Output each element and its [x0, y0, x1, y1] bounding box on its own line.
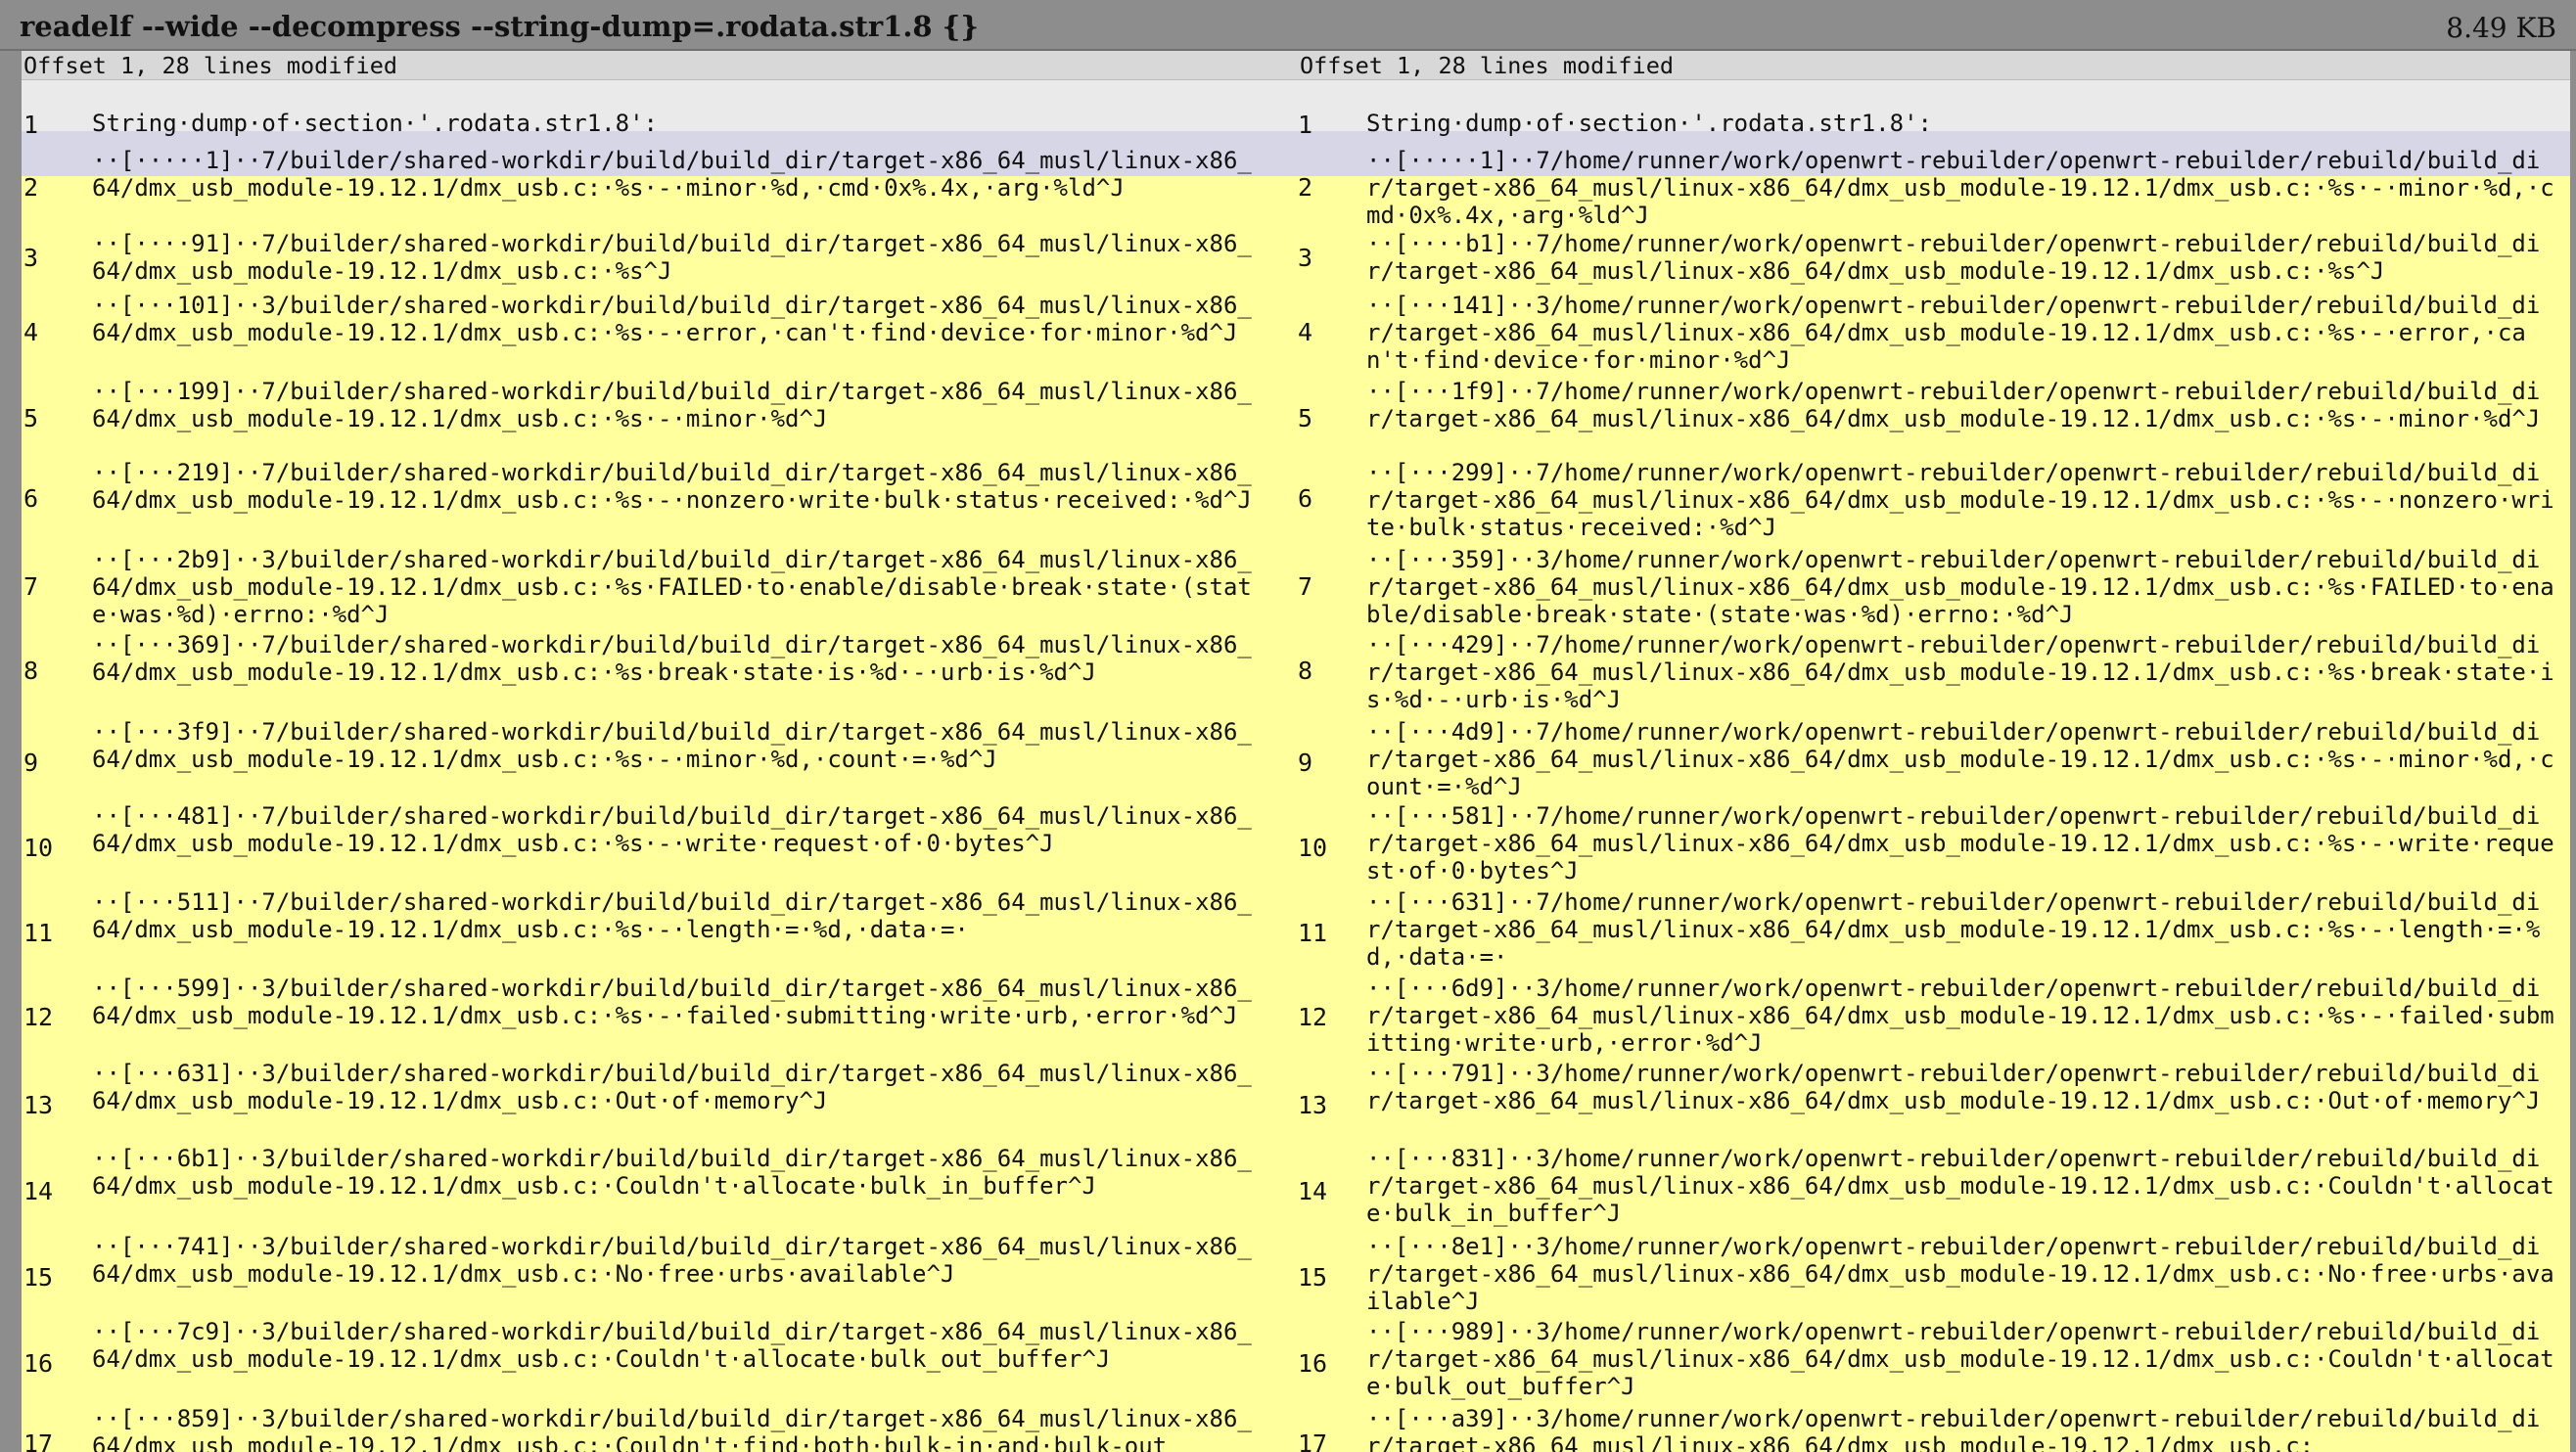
left-line-number: 1	[23, 111, 39, 139]
right-line-number: 14	[1298, 1177, 1328, 1205]
left-line-text: ··[···7c9]··3/builder/shared-workdir/bui…	[92, 1318, 1252, 1373]
right-line-number: 17	[1298, 1429, 1328, 1452]
right-line-text: ··[···989]··3/home/runner/work/openwrt-r…	[1366, 1318, 2554, 1400]
left-line-number: 3	[23, 244, 39, 272]
right-hunk-header: Offset 1, 28 lines modified	[1296, 51, 2570, 80]
left-hunk-header: Offset 1, 28 lines modified	[22, 51, 1296, 80]
command-title: readelf --wide --decompress --string-dum…	[20, 10, 979, 43]
left-line-text: ··[···199]··7/builder/shared-workdir/bui…	[92, 378, 1252, 432]
left-line-text: ··[···219]··7/builder/shared-workdir/bui…	[92, 459, 1252, 514]
right-line-text: ··[···141]··3/home/runner/work/openwrt-r…	[1366, 292, 2541, 374]
diff-view[interactable]: Offset 1, 28 lines modified Offset 1, 28…	[22, 51, 2570, 1452]
left-line-number: 10	[23, 834, 54, 862]
left-line-text: ··[···741]··3/builder/shared-workdir/bui…	[92, 1233, 1252, 1288]
right-line-text: ··[···a39]··3/home/runner/work/openwrt-r…	[1366, 1405, 2541, 1452]
title-bar: readelf --wide --decompress --string-dum…	[0, 0, 2576, 51]
left-line-number: 17	[23, 1429, 54, 1452]
left-line-number: 7	[23, 572, 39, 601]
right-line-number: 16	[1298, 1349, 1328, 1378]
right-line-number: 13	[1298, 1091, 1328, 1119]
right-line-number: 3	[1298, 244, 1313, 272]
right-line-number: 2	[1298, 173, 1313, 202]
right-line-number: 10	[1298, 834, 1328, 862]
right-line-number: 15	[1298, 1263, 1328, 1292]
file-size: 8.49 KB	[2446, 12, 2556, 44]
left-line-number: 6	[23, 484, 39, 513]
right-line-number: 11	[1298, 919, 1328, 947]
right-line-number: 7	[1298, 572, 1313, 601]
left-line-number: 5	[23, 404, 39, 432]
right-line-text: ··[···8e1]··3/home/runner/work/openwrt-r…	[1366, 1233, 2554, 1315]
right-line-number: 6	[1298, 484, 1313, 513]
left-line-text: ··[···859]··3/builder/shared-workdir/bui…	[92, 1405, 1252, 1452]
left-line-text: ··[···6b1]··3/builder/shared-workdir/bui…	[92, 1145, 1252, 1200]
left-line-number: 4	[23, 318, 39, 346]
left-line-number: 2	[23, 173, 39, 202]
right-line-text: ··[·····1]··7/home/runner/work/openwrt-r…	[1366, 147, 2554, 229]
left-line-text: ··[···369]··7/builder/shared-workdir/bui…	[92, 631, 1252, 686]
left-line-text: ··[···511]··7/builder/shared-workdir/bui…	[92, 888, 1252, 943]
right-line-number: 5	[1298, 404, 1313, 432]
left-margin	[0, 51, 22, 1452]
left-line-text: ··[···101]··3/builder/shared-workdir/bui…	[92, 292, 1252, 346]
left-line-text: ··[·····1]··7/builder/shared-workdir/bui…	[92, 147, 1252, 202]
right-line-text: ··[····b1]··7/home/runner/work/openwrt-r…	[1366, 230, 2541, 285]
left-line-number: 14	[23, 1177, 54, 1205]
left-line-text: ··[····91]··7/builder/shared-workdir/bui…	[92, 230, 1252, 285]
left-line-number: 12	[23, 1003, 54, 1031]
left-line-text: ··[···599]··3/builder/shared-workdir/bui…	[92, 975, 1252, 1029]
left-line-number: 13	[23, 1091, 54, 1119]
right-line-number: 4	[1298, 318, 1313, 346]
right-line-text: ··[···4d9]··7/home/runner/work/openwrt-r…	[1366, 718, 2554, 800]
right-line-number: 1	[1298, 111, 1313, 139]
left-line-number: 16	[23, 1349, 54, 1378]
right-line-text: ··[···631]··7/home/runner/work/openwrt-r…	[1366, 888, 2541, 971]
right-line-text: String·dump·of·section·'.rodata.str1.8':	[1366, 110, 1932, 137]
left-line-text: ··[···481]··7/builder/shared-workdir/bui…	[92, 802, 1252, 857]
right-line-text: ··[···359]··3/home/runner/work/openwrt-r…	[1366, 546, 2554, 628]
right-line-number: 9	[1298, 749, 1313, 777]
left-line-text: ··[···631]··3/builder/shared-workdir/bui…	[92, 1060, 1252, 1114]
right-line-text: ··[···1f9]··7/home/runner/work/openwrt-r…	[1366, 378, 2541, 432]
left-line-text: ··[···3f9]··7/builder/shared-workdir/bui…	[92, 718, 1252, 773]
right-line-text: ··[···831]··3/home/runner/work/openwrt-r…	[1366, 1145, 2554, 1227]
right-line-text: ··[···429]··7/home/runner/work/openwrt-r…	[1366, 631, 2554, 713]
right-line-number: 12	[1298, 1003, 1328, 1031]
right-margin	[2570, 51, 2576, 1452]
left-line-number: 8	[23, 657, 39, 685]
right-line-text: ··[···791]··3/home/runner/work/openwrt-r…	[1366, 1060, 2541, 1114]
left-line-number: 9	[23, 749, 39, 777]
right-line-text: ··[···6d9]··3/home/runner/work/openwrt-r…	[1366, 975, 2554, 1057]
left-line-text: String·dump·of·section·'.rodata.str1.8':	[92, 110, 658, 137]
left-line-number: 15	[23, 1263, 54, 1292]
left-line-text: ··[···2b9]··3/builder/shared-workdir/bui…	[92, 546, 1252, 628]
right-line-text: ··[···299]··7/home/runner/work/openwrt-r…	[1366, 459, 2554, 541]
right-line-number: 8	[1298, 657, 1313, 685]
left-line-number: 11	[23, 919, 54, 947]
right-line-text: ··[···581]··7/home/runner/work/openwrt-r…	[1366, 802, 2554, 885]
